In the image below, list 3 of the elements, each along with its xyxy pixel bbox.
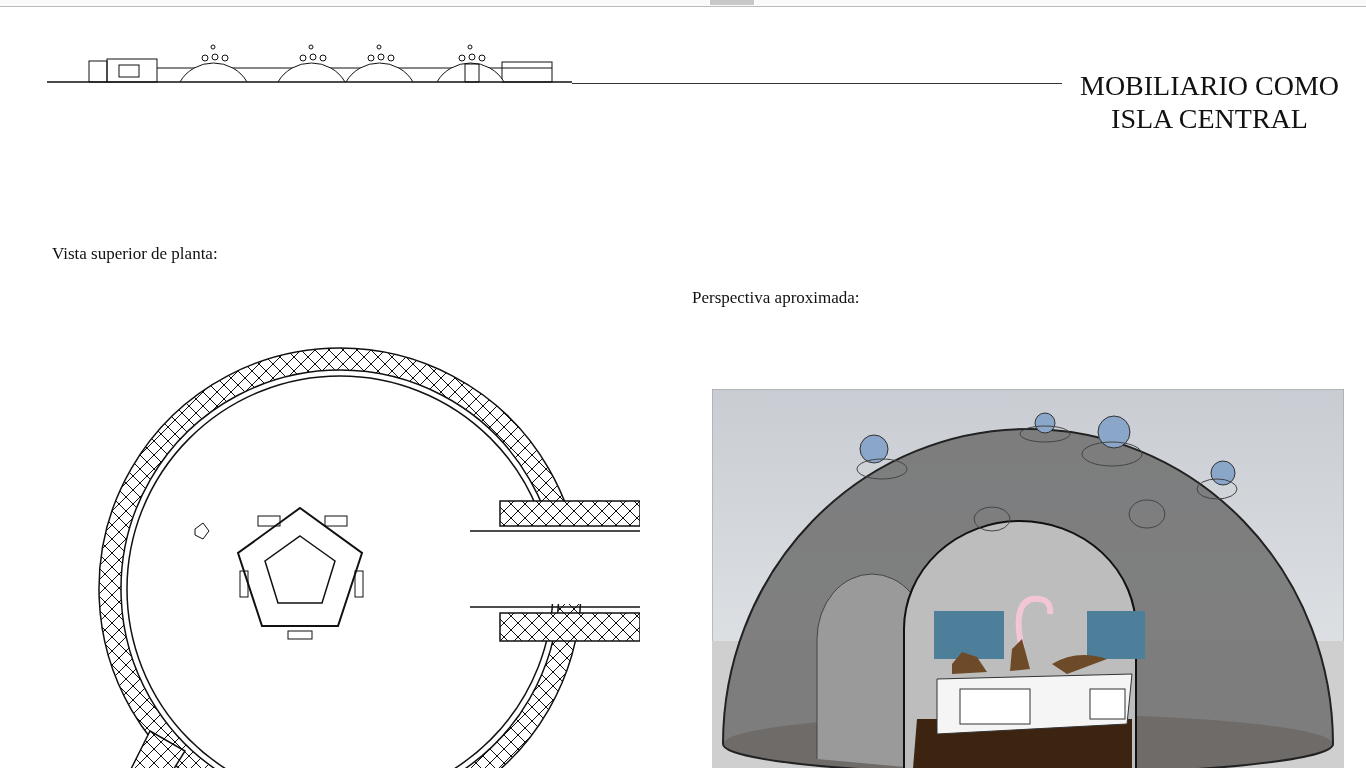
section-label: Perspectiva aproximada: — [692, 287, 861, 309]
page-title: MOBILIARIO COMO ISLA CENTRAL — [1080, 69, 1339, 135]
section-label: Vista superior de planta: — [52, 243, 219, 265]
